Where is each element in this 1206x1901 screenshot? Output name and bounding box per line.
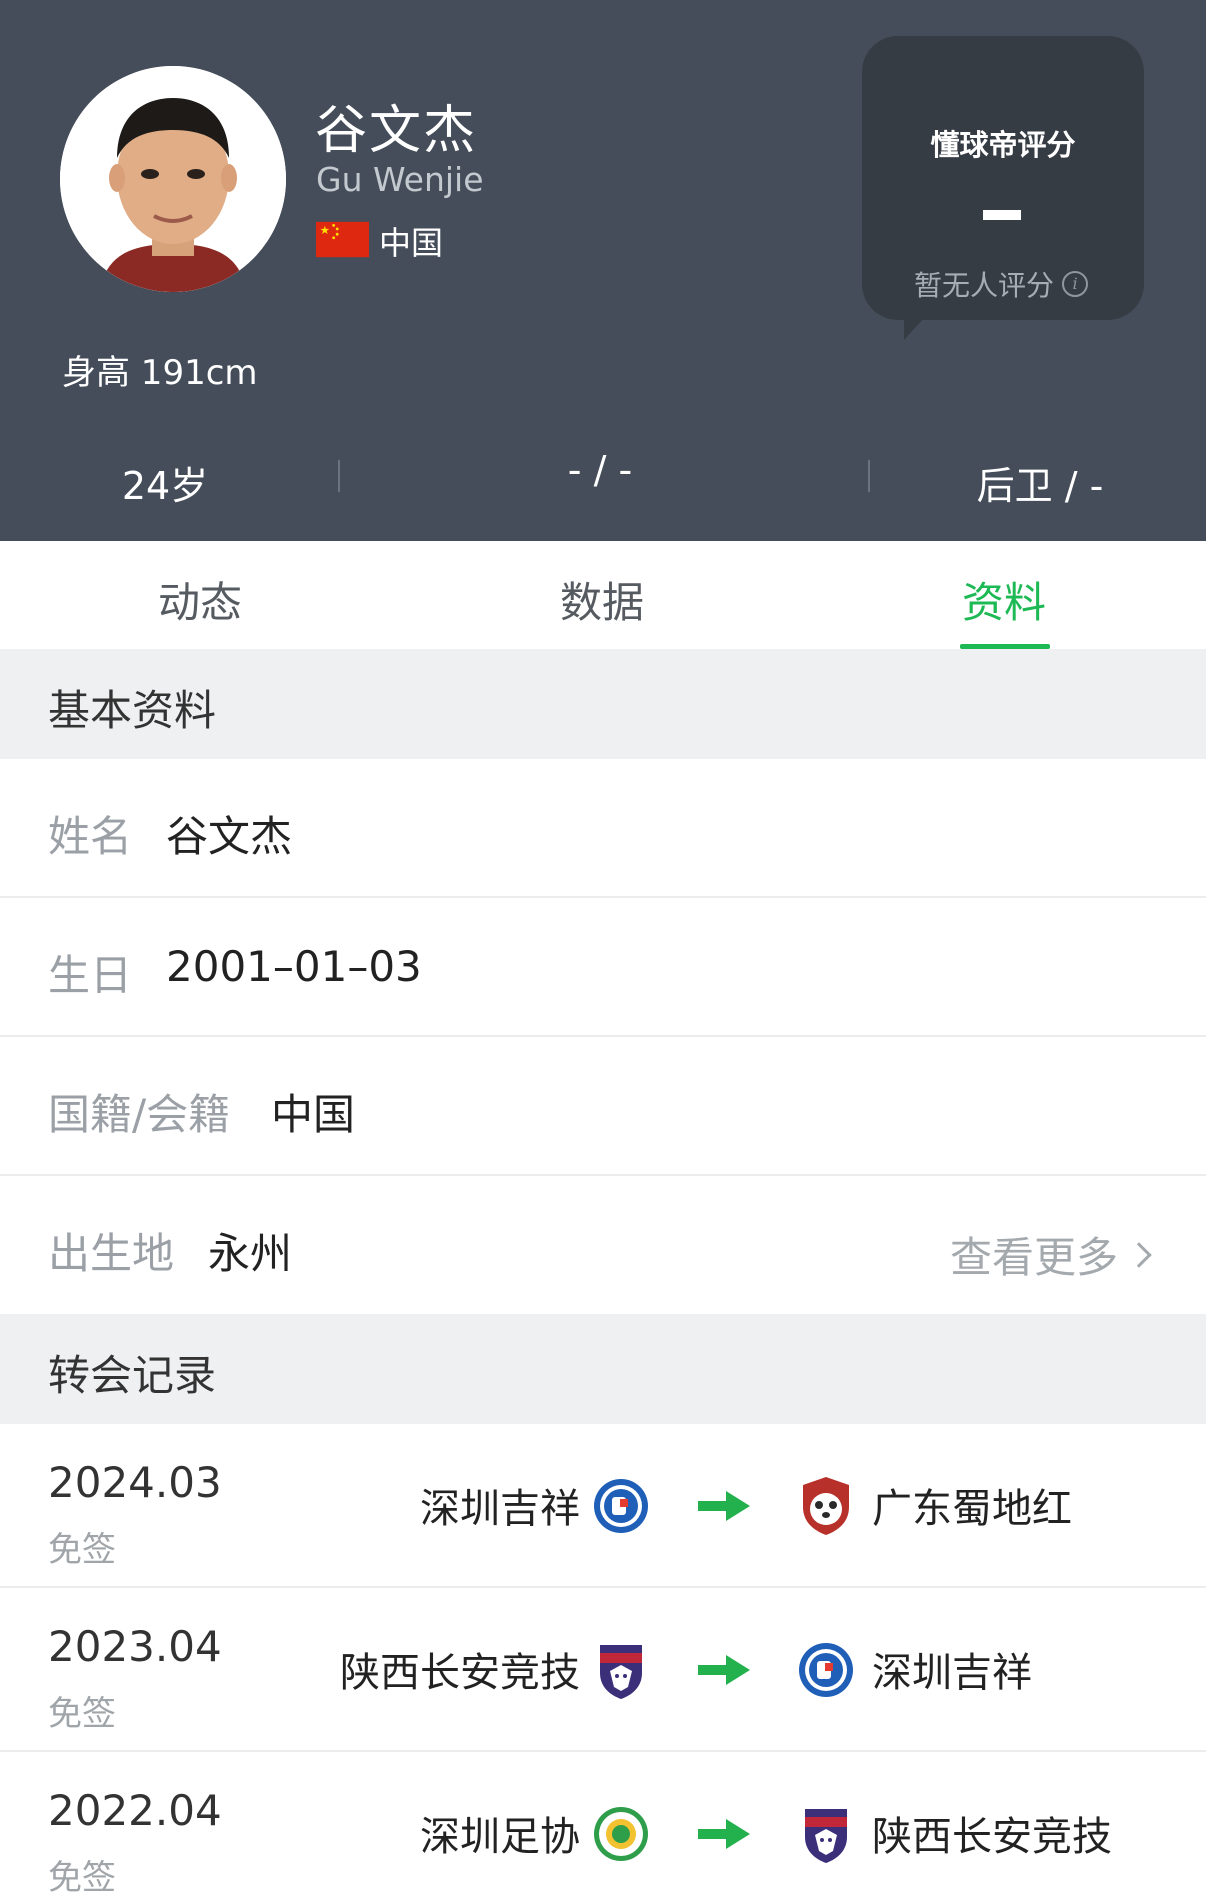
player-avatar — [60, 66, 286, 292]
transfer-row[interactable]: 2024.03 免签 深圳吉祥 广东蜀地红 — [0, 1424, 1206, 1588]
info-row-birthplace[interactable]: 出生地 永州 查看更多 — [0, 1176, 1206, 1315]
section-title: 基本资料 — [48, 686, 217, 735]
info-value: 中国 — [271, 1090, 356, 1139]
section-transfers: 转会记录 — [0, 1314, 1206, 1424]
transfer-type: 免签 — [48, 1530, 116, 1570]
rating-title: 懂球帝评分 — [930, 128, 1076, 162]
tab-dynamics[interactable]: 动态 — [100, 569, 300, 630]
info-value: 谷文杰 — [166, 812, 293, 861]
section-title: 转会记录 — [48, 1351, 217, 1400]
tab-data[interactable]: 数据 — [502, 569, 702, 630]
shenzhen-fa-badge-icon — [594, 1807, 648, 1861]
transfer-from-club: 深圳吉祥 — [420, 1486, 580, 1532]
transfer-arrow-icon — [698, 1819, 750, 1849]
chevron-right-icon — [1126, 1241, 1152, 1268]
rating-note-text: 暂无人评分 — [914, 269, 1055, 302]
info-icon[interactable]: i — [1062, 271, 1089, 297]
info-label: 国籍/会籍 — [48, 1090, 231, 1139]
shenzhen-jixiang-badge-icon — [594, 1479, 648, 1533]
transfer-arrow-icon — [698, 1491, 750, 1521]
rating-bubble-tail — [904, 316, 926, 340]
tab-bar: 动态 数据 资料 — [0, 541, 1206, 649]
info-label: 出生地 — [48, 1229, 175, 1278]
tab-profile[interactable]: 资料 — [904, 569, 1104, 630]
rating-value — [983, 210, 1021, 220]
player-name-en: Gu Wenjie — [316, 160, 484, 199]
transfer-to-club: 广东蜀地红 — [872, 1486, 1072, 1532]
info-row-nationality: 国籍/会籍 中国 — [0, 1037, 1206, 1176]
guangdong-shudihong-badge-icon — [803, 1477, 849, 1535]
transfer-from-club: 深圳足协 — [420, 1814, 580, 1860]
transfer-row[interactable]: 2022.04 免签 深圳足协 陕西长安竞技 — [0, 1752, 1206, 1901]
transfer-from-club: 陕西长安竞技 — [340, 1650, 580, 1696]
player-header: 谷文杰 Gu Wenjie 中国 身高 191cm 懂球帝评分 暂无人评分 i … — [0, 0, 1206, 541]
transfer-row[interactable]: 2023.04 免签 陕西长安竞技 深圳吉祥 — [0, 1588, 1206, 1752]
shaanxi-changan-athletic-badge-icon — [805, 1809, 847, 1863]
view-more-link[interactable]: 查看更多 — [949, 1224, 1152, 1285]
player-country: 中国 — [379, 224, 444, 262]
player-name-cn: 谷文杰 — [315, 101, 478, 161]
rating-note: 暂无人评分 i — [914, 264, 1089, 304]
transfer-arrow-icon — [698, 1655, 750, 1685]
info-label: 姓名 — [48, 812, 133, 861]
transfer-type: 免签 — [48, 1858, 116, 1898]
stat-age: 24岁 — [121, 464, 209, 508]
transfer-date: 2023.04 — [48, 1622, 222, 1671]
info-row-name: 姓名 谷文杰 — [0, 759, 1206, 898]
transfer-to-club: 陕西长安竞技 — [872, 1814, 1112, 1860]
stat-divider — [868, 460, 870, 492]
stat-divider — [338, 460, 340, 492]
rating-card[interactable]: 懂球帝评分 暂无人评分 i — [862, 36, 1144, 320]
player-height: 身高 191cm — [62, 353, 258, 393]
transfer-to-club: 深圳吉祥 — [872, 1650, 1032, 1696]
section-basic-info: 基本资料 — [0, 649, 1206, 759]
shenzhen-jixiang-badge-icon — [799, 1643, 853, 1697]
china-flag-icon — [316, 221, 369, 258]
transfer-date: 2024.03 — [48, 1458, 222, 1507]
transfer-date: 2022.04 — [48, 1786, 222, 1835]
stat-position: 后卫 / - — [976, 464, 1104, 508]
player-photo — [60, 66, 286, 292]
transfer-type: 免签 — [48, 1694, 116, 1734]
view-more-label: 查看更多 — [949, 1233, 1118, 1282]
info-value: 2001–01–03 — [166, 942, 422, 991]
info-row-birthday: 生日 2001–01–03 — [0, 898, 1206, 1037]
info-value: 永州 — [208, 1229, 293, 1278]
shaanxi-changan-athletic-badge-icon — [600, 1645, 642, 1699]
info-label: 生日 — [48, 951, 133, 1000]
stat-number: - / - — [567, 448, 633, 492]
